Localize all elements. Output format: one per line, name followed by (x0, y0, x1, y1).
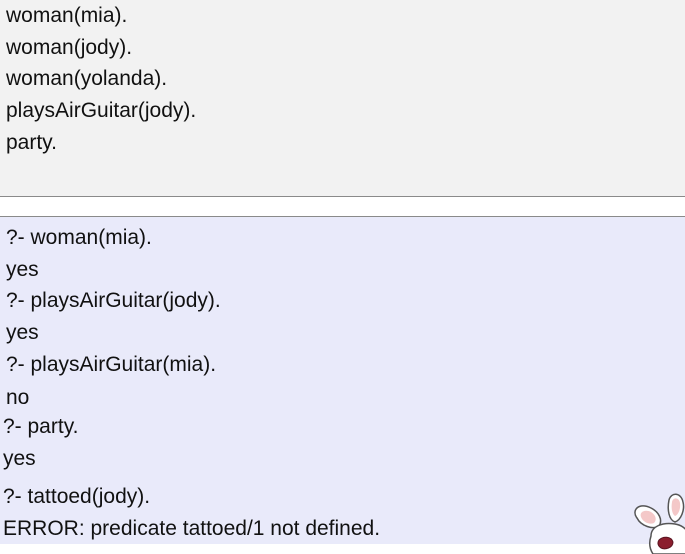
query-console-panel[interactable]: ?- woman(mia). yes ?- playsAirGuitar(jod… (0, 216, 685, 554)
console-query-line: ?- tattoed(jody). (3, 485, 151, 508)
knowledge-base-panel: woman(mia). woman(jody). woman(yolanda).… (0, 0, 685, 197)
console-query-line: ?- playsAirGuitar(jody). (6, 289, 221, 312)
kb-fact: woman(mia). (6, 4, 128, 27)
console-answer-line: yes (6, 321, 39, 344)
console-answer-line: no (6, 386, 30, 409)
kb-fact: woman(jody). (6, 36, 133, 59)
console-query-line: ?- woman(mia). (6, 226, 152, 249)
panel-divider-gap (0, 197, 685, 216)
console-query-line: ?- playsAirGuitar(mia). (6, 353, 217, 376)
rabbit-mascot-icon (634, 493, 685, 554)
kb-fact: woman(yolanda). (6, 67, 168, 90)
console-answer-line: yes (3, 447, 36, 470)
console-error-line: ERROR: predicate tattoed/1 not defined. (3, 517, 381, 540)
console-query-line: ?- party. (3, 415, 79, 438)
kb-fact: party. (6, 131, 57, 154)
console-answer-line: yes (6, 258, 39, 281)
kb-fact: playsAirGuitar(jody). (6, 99, 197, 122)
